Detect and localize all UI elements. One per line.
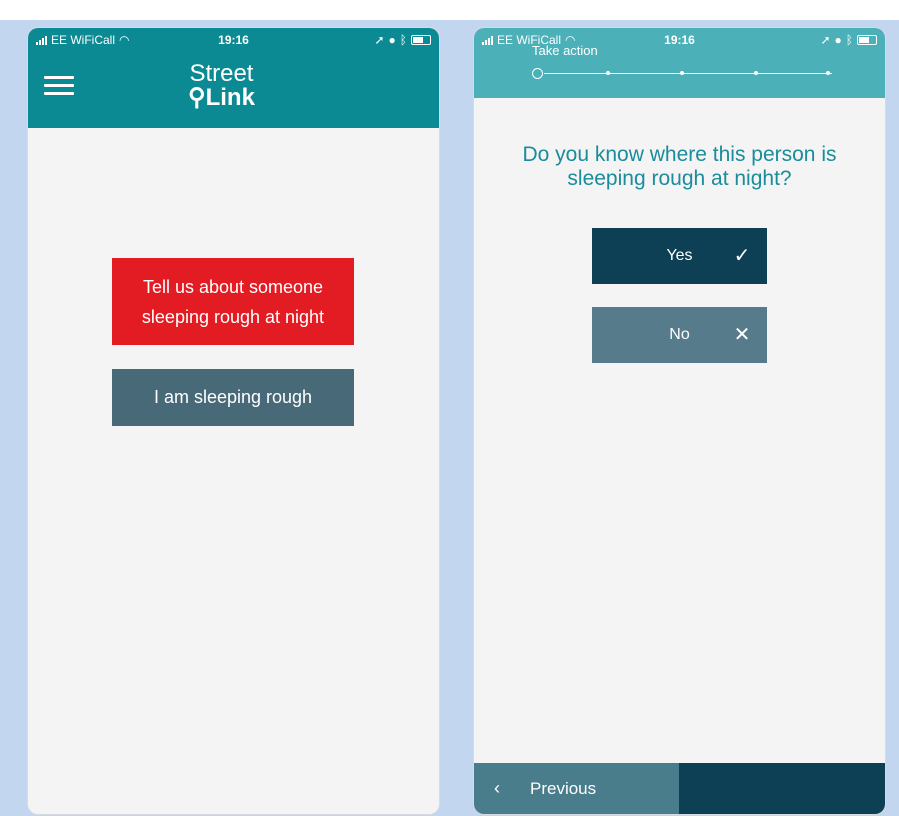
- status-bar: EE WiFiCall ◠ 19:16 ➚ ● ᛒ: [36, 33, 431, 49]
- streetlink-logo: Street ⚲Link: [188, 62, 255, 110]
- battery-icon: [411, 35, 431, 45]
- report-someone-button[interactable]: Tell us about someone sleeping rough at …: [112, 258, 354, 345]
- sleeping-rough-button[interactable]: I am sleeping rough: [112, 369, 354, 426]
- logo-line1: Street: [189, 60, 254, 87]
- location-icon: ➚: [820, 33, 831, 47]
- app-header: EE WiFiCall ◠ 19:16 ➚ ● ᛒ Street ⚲Link: [28, 28, 439, 128]
- no-option-button[interactable]: No ✕: [592, 307, 767, 363]
- question-text: Do you know where this person is sleepin…: [522, 143, 837, 190]
- top-band: [0, 0, 899, 20]
- current-step-indicator: [532, 68, 543, 79]
- step-progress: [532, 68, 832, 80]
- signal-icon: [36, 35, 47, 45]
- check-icon: ✓: [733, 244, 751, 267]
- bluetooth-icon: ᛒ: [399, 33, 407, 47]
- location-pin-icon: ⚲: [188, 84, 206, 111]
- phone-screen-home: EE WiFiCall ◠ 19:16 ➚ ● ᛒ Street ⚲Link T…: [28, 28, 439, 814]
- step-dot: [754, 71, 758, 75]
- hamburger-menu-icon[interactable]: [44, 76, 74, 96]
- location-icon: ➚: [374, 33, 385, 47]
- phone-screen-question: EE WiFiCall ◠ 19:16 ➚ ● ᛒ Take action Do…: [474, 28, 885, 814]
- bluetooth-icon: ᛒ: [845, 33, 853, 47]
- chevron-left-icon: ‹: [494, 778, 500, 798]
- next-button[interactable]: [679, 763, 885, 814]
- signal-icon: [482, 35, 493, 45]
- wifi-icon: ◠: [119, 33, 130, 47]
- wizard-footer: ‹ Previous: [474, 763, 885, 814]
- battery-icon: [857, 35, 877, 45]
- close-icon: ✕: [733, 323, 751, 346]
- alarm-icon: ●: [834, 33, 842, 47]
- clock: 19:16: [218, 33, 249, 47]
- previous-button[interactable]: ‹ Previous: [474, 763, 679, 814]
- alarm-icon: ●: [388, 33, 396, 47]
- carrier-label: EE WiFiCall: [51, 33, 116, 47]
- logo-line2: ⚲Link: [188, 84, 255, 111]
- step-title: Take action: [532, 43, 598, 58]
- yes-option-button[interactable]: Yes ✓: [592, 228, 767, 284]
- step-dot: [606, 71, 610, 75]
- clock: 19:16: [664, 33, 695, 47]
- step-dot: [680, 71, 684, 75]
- step-dot: [826, 71, 830, 75]
- wizard-header: EE WiFiCall ◠ 19:16 ➚ ● ᛒ Take action: [474, 28, 885, 98]
- previous-label: Previous: [530, 778, 597, 798]
- progress-line: [544, 73, 832, 74]
